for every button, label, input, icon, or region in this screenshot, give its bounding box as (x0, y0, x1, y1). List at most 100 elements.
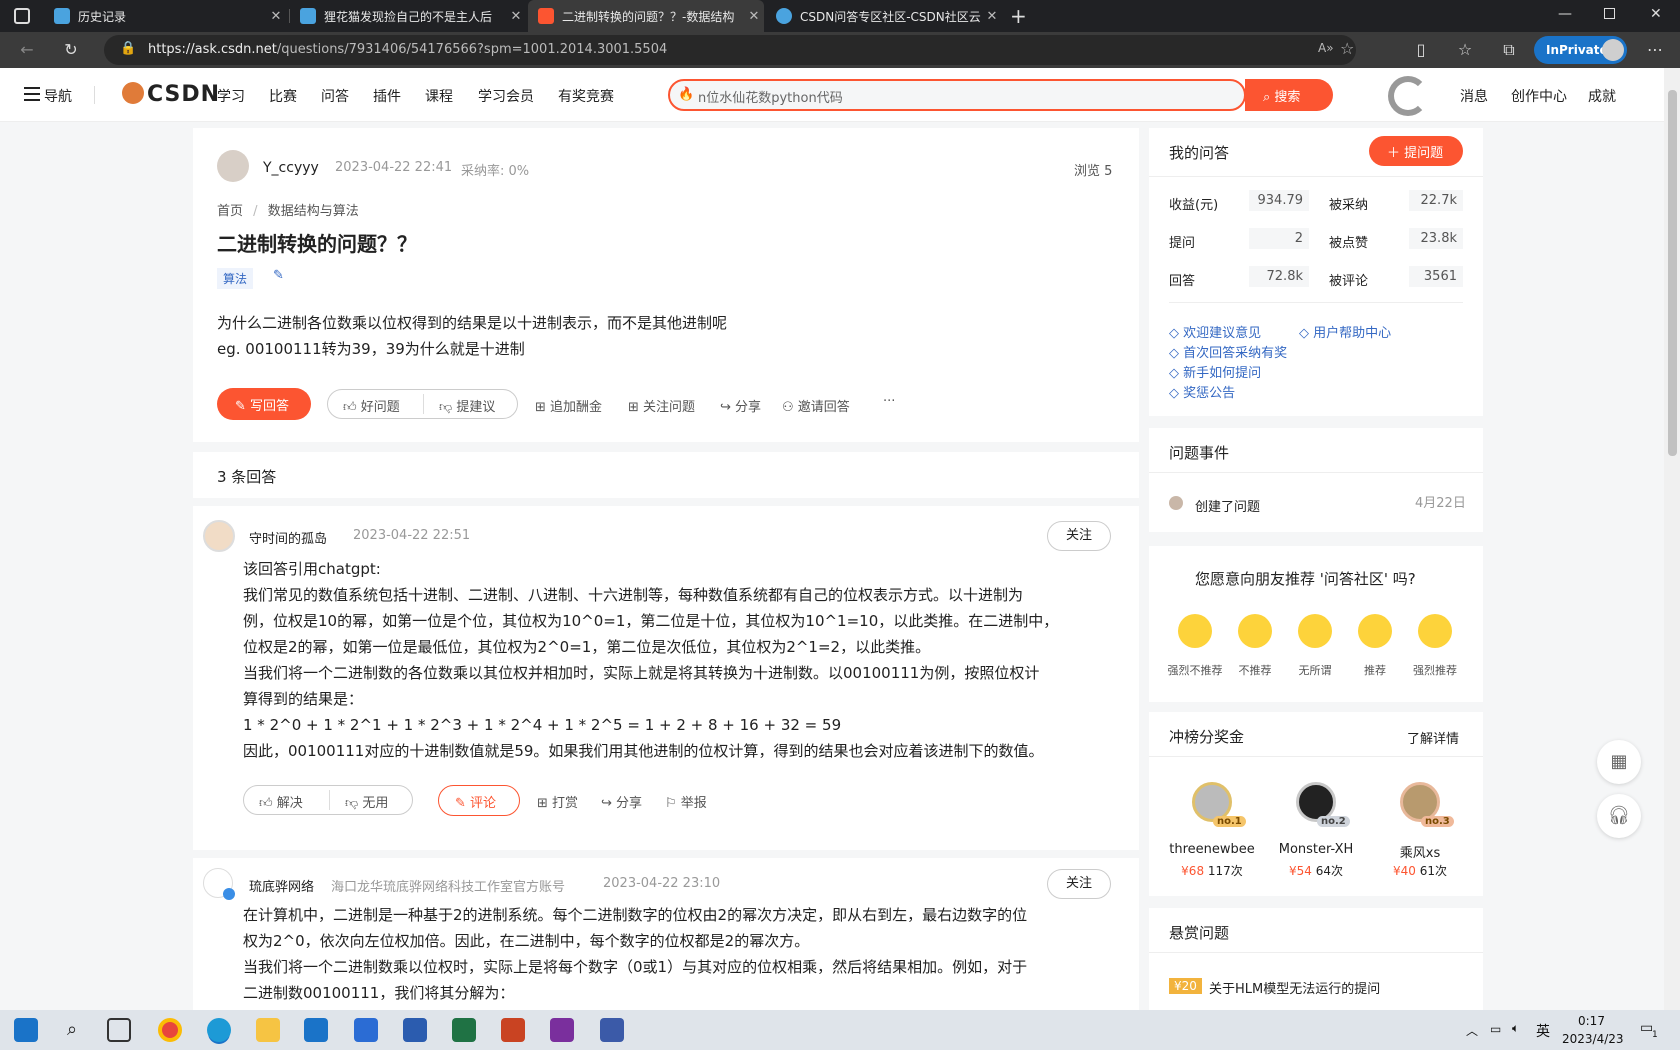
breadcrumb-home[interactable]: 首页 (217, 204, 243, 219)
nav-achievements[interactable]: 成就 (1588, 86, 1616, 106)
volume-icon[interactable]: 🔈︎ (1512, 1021, 1519, 1036)
tray-chevron-icon[interactable]: ︿ (1466, 1022, 1478, 1039)
nav-messages[interactable]: 消息 (1460, 86, 1488, 106)
search-icon[interactable]: ⌕ (60, 1018, 84, 1042)
nav-plugins[interactable]: 插件 (373, 86, 401, 106)
link-help-center[interactable]: ◇ 用户帮助中心 (1299, 322, 1391, 341)
rank-name[interactable]: 乘风xs (1370, 842, 1470, 861)
useless-button[interactable]: 👎︎ 无用 (345, 792, 388, 811)
strongly-disagree-emoji-icon[interactable] (1178, 614, 1212, 648)
refresh-icon[interactable]: ↻ (62, 41, 80, 59)
share-button[interactable]: ↪ 分享 (720, 396, 761, 415)
favorites-icon[interactable]: ☆ (1456, 41, 1474, 59)
store-icon[interactable] (304, 1018, 328, 1042)
comment-button[interactable]: ✎ 评论 (438, 785, 520, 816)
customer-service-icon[interactable]: 🎧︎ (1597, 794, 1641, 838)
inprivate-badge[interactable]: InPrivate (1534, 36, 1627, 64)
answer-author[interactable]: 琉底骅网络 (249, 876, 314, 895)
rank-name[interactable]: Monster-XH (1266, 842, 1366, 857)
excel-icon[interactable] (452, 1018, 476, 1042)
edit-tags-icon[interactable]: ✎ (273, 268, 284, 283)
edge-icon[interactable] (207, 1018, 231, 1042)
answer-share-button[interactable]: ↪ 分享 (601, 792, 642, 811)
nav-vip[interactable]: 学习会员 (478, 86, 534, 106)
add-bounty-button[interactable]: ⊞ 追加酬金 (535, 396, 602, 415)
collections-icon[interactable]: ⧉ (1500, 41, 1518, 59)
answer-author[interactable]: 守时间的孤岛 (249, 528, 327, 547)
windows-start-icon[interactable] (14, 1018, 38, 1042)
nav-qa[interactable]: 问答 (321, 86, 349, 106)
tab-binary-question[interactable]: 二进制转换的问题？？-数据结构 ✕ (528, 0, 764, 32)
close-icon[interactable]: ✕ (266, 9, 286, 24)
chrome-icon[interactable] (158, 1018, 182, 1042)
nav-competition[interactable]: 比赛 (269, 86, 297, 106)
follow-author-button[interactable]: 关注 (1047, 869, 1111, 899)
search-button[interactable]: ⌕ 搜索 (1245, 79, 1333, 111)
ask-question-button[interactable]: ＋ 提问题 (1369, 136, 1463, 166)
link-feedback[interactable]: ◇ 欢迎建议意见 (1169, 322, 1261, 341)
nav-prize-contest[interactable]: 有奖竞赛 (558, 86, 614, 106)
menu-icon[interactable] (24, 87, 40, 101)
file-explorer-icon[interactable] (256, 1018, 280, 1042)
search-input[interactable]: 🔥 n位水仙花数python代码 (668, 79, 1246, 111)
mail-icon[interactable] (354, 1018, 378, 1042)
close-icon[interactable]: ✕ (506, 9, 526, 24)
clock-date[interactable]: 2023/4/23 (1562, 1032, 1624, 1046)
close-icon[interactable]: ✕ (744, 9, 764, 24)
author-avatar[interactable] (217, 150, 249, 182)
word-icon[interactable] (403, 1018, 427, 1042)
read-aloud-icon[interactable]: A» (1318, 41, 1334, 55)
follow-author-button[interactable]: 关注 (1047, 521, 1111, 551)
onenote-icon[interactable] (550, 1018, 574, 1042)
rank-name[interactable]: threenewbee (1162, 842, 1262, 857)
new-tab-button[interactable]: + (1010, 4, 1027, 28)
maximize-button[interactable] (1604, 8, 1615, 19)
tab-csdn-ask[interactable]: CSDN问答专区社区-CSDN社区云 ✕ (766, 0, 1002, 32)
minimize-button[interactable]: — (1558, 6, 1572, 22)
invite-answer-button[interactable]: ⚇ 邀请回答 (782, 396, 850, 415)
write-answer-button[interactable]: ✎ 写回答 (217, 388, 311, 420)
add-favorite-icon[interactable]: ☆ (1340, 39, 1354, 58)
question-author[interactable]: Y_ccyyy (263, 160, 319, 176)
user-avatar[interactable] (1388, 76, 1428, 116)
split-screen-icon[interactable]: ▯ (1412, 41, 1430, 59)
powerpoint-icon[interactable] (501, 1018, 525, 1042)
tab-cat-article[interactable]: 狸花猫发现捡自己的不是主人后 ✕ (290, 0, 526, 32)
breadcrumb-category[interactable]: 数据结构与算法 (268, 204, 359, 219)
link-rules[interactable]: ◇ 奖惩公告 (1169, 382, 1235, 401)
tab-actions-icon[interactable] (14, 8, 30, 24)
nav-courses[interactable]: 课程 (425, 86, 453, 106)
nav-toggle-label[interactable]: 导航 (44, 86, 72, 106)
more-menu-icon[interactable]: ⋯ (1646, 41, 1664, 59)
neutral-emoji-icon[interactable] (1298, 614, 1332, 648)
csdn-logo[interactable]: CSDN (122, 82, 220, 107)
nav-learn[interactable]: 学习 (217, 86, 245, 106)
follow-question-button[interactable]: ⊞ 关注问题 (628, 396, 695, 415)
app-icon[interactable] (600, 1018, 624, 1042)
disagree-emoji-icon[interactable] (1238, 614, 1272, 648)
lock-icon[interactable]: 🔒 (120, 41, 136, 56)
tab-history[interactable]: 历史记录 ✕ (44, 0, 286, 32)
link-how-to-ask[interactable]: ◇ 新手如何提问 (1169, 362, 1261, 381)
ime-indicator[interactable]: 英 (1536, 1021, 1550, 1041)
good-question-button[interactable]: 👍︎ 好问题 (343, 396, 400, 415)
clock-time[interactable]: 0:17 (1578, 1014, 1605, 1028)
suggest-button[interactable]: 👎︎ 提建议 (439, 396, 495, 415)
nav-creator-center[interactable]: 创作中心 (1511, 86, 1567, 106)
url-field[interactable]: 🔒 https://ask.csdn.net/questions/7931406… (104, 35, 1356, 65)
close-icon[interactable]: ✕ (982, 9, 1002, 24)
task-view-icon[interactable] (107, 1018, 131, 1042)
solve-button[interactable]: 👍︎ 解决 (259, 792, 303, 811)
more-button[interactable]: ··· (883, 394, 895, 409)
back-icon[interactable]: ← (18, 41, 36, 59)
report-button[interactable]: ⚐ 举报 (665, 792, 707, 811)
scrollbar-thumb[interactable] (1668, 90, 1677, 456)
link-first-answer-reward[interactable]: ◇ 首次回答采纳有奖 (1169, 342, 1287, 361)
bounty-item[interactable]: 关于HLM模型无法运行的提问 (1209, 978, 1380, 997)
strongly-agree-emoji-icon[interactable] (1418, 614, 1452, 648)
ranking-more-link[interactable]: 了解详情 (1407, 728, 1459, 747)
network-icon[interactable]: ▭ (1490, 1022, 1501, 1036)
answer-author-avatar[interactable] (203, 520, 235, 552)
agree-emoji-icon[interactable] (1358, 614, 1392, 648)
question-tag[interactable]: 算法 (217, 268, 254, 289)
